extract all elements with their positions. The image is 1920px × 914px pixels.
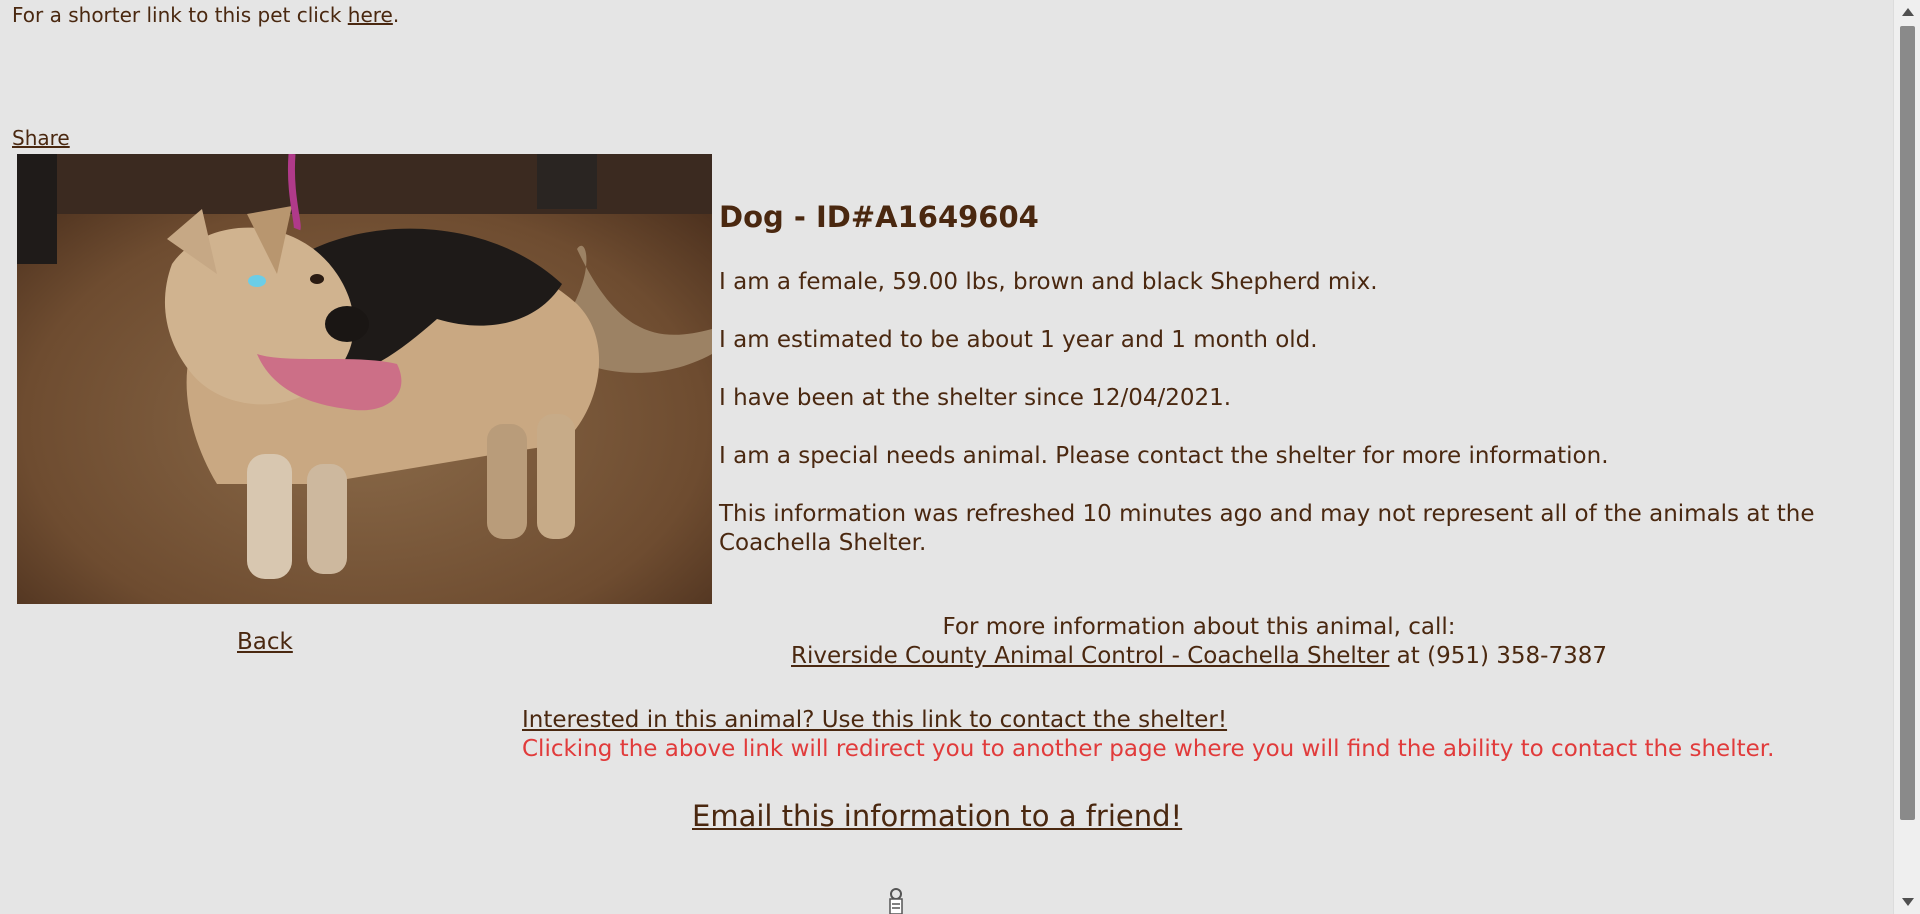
special-needs-note: I am a special needs animal. Please cont…: [719, 443, 1609, 469]
contact-shelter-link[interactable]: Interested in this animal? Use this link…: [522, 707, 1227, 733]
back-link[interactable]: Back: [237, 628, 293, 657]
short-link-suffix: .: [392, 3, 400, 27]
dog-photo: [17, 154, 712, 604]
refresh-note: This information was refreshed 10 minute…: [719, 501, 1815, 556]
pet-details: Dog - ID#A1649604 I am a female, 59.00 l…: [719, 198, 1879, 587]
shelter-link[interactable]: Riverside County Animal Control - Coache…: [791, 643, 1389, 669]
pet-description: I am a female, 59.00 lbs, brown and blac…: [719, 269, 1378, 295]
pet-title: Dog - ID#A1649604: [719, 200, 1039, 234]
more-info-heading: For more information about this animal, …: [942, 614, 1456, 640]
scroll-down-icon[interactable]: [1902, 898, 1914, 906]
short-link-line: For a shorter link to this pet click her…: [12, 3, 399, 27]
scroll-thumb[interactable]: [1900, 26, 1915, 820]
short-link-here[interactable]: here: [348, 3, 393, 27]
redirect-warning: Clicking the above link will redirect yo…: [522, 736, 1775, 762]
pet-age: I am estimated to be about 1 year and 1 …: [719, 327, 1318, 353]
short-link-prefix: For a shorter link to this pet click: [12, 3, 348, 27]
shelter-phone: at (951) 358-7387: [1389, 643, 1607, 669]
email-friend-link[interactable]: Email this information to a friend!: [692, 797, 1182, 835]
vertical-scrollbar[interactable]: [1893, 0, 1920, 914]
share-link[interactable]: Share: [12, 126, 70, 150]
shelter-contact-line: Riverside County Animal Control - Coache…: [719, 642, 1679, 671]
pet-detail-page: For a shorter link to this pet click her…: [0, 0, 1920, 914]
spinner-icon: [885, 886, 907, 914]
scroll-up-icon[interactable]: [1902, 8, 1914, 16]
contact-shelter-block: Interested in this animal? Use this link…: [522, 706, 1774, 764]
pet-intake-date: I have been at the shelter since 12/04/2…: [719, 385, 1232, 411]
more-info-block: For more information about this animal, …: [719, 613, 1679, 671]
